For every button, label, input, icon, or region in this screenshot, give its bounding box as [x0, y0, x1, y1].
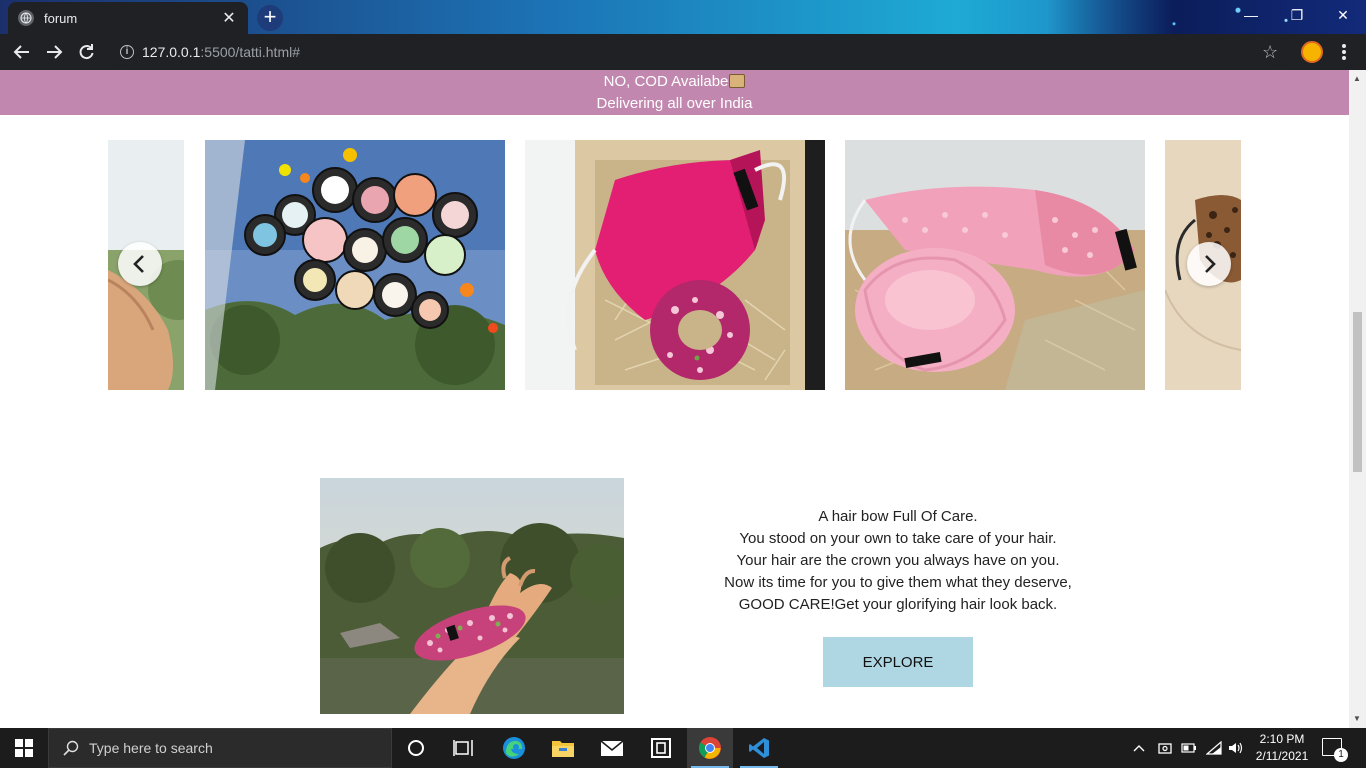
cortana-button[interactable] — [393, 728, 439, 768]
vscode-icon — [749, 738, 769, 758]
feature-line: Now its time for you to give them what t… — [724, 574, 1072, 591]
reload-icon — [79, 44, 94, 60]
feature-line: You stood on your own to take care of yo… — [739, 530, 1057, 547]
address-bar[interactable]: i 127.0.0.1:5500/tatti.html# — [108, 38, 1292, 66]
tab-title: forum — [44, 10, 78, 26]
globe-icon — [18, 10, 34, 26]
show-hidden-icons-button[interactable] — [1133, 728, 1145, 768]
file-explorer-button[interactable] — [540, 728, 586, 768]
search-icon — [63, 740, 79, 756]
page-viewport: NO, COD Availabe Delivering all over Ind… — [0, 70, 1349, 728]
edge-app-button[interactable] — [491, 728, 537, 768]
store-icon — [651, 738, 671, 758]
banner-line-1: NO, COD Availabe — [603, 73, 729, 90]
windows-logo-icon — [15, 739, 33, 757]
clock-date: 2/11/2021 — [1255, 749, 1309, 763]
vscode-app-button[interactable] — [736, 728, 782, 768]
browser-toolbar: i 127.0.0.1:5500/tatti.html# ☆ — [0, 34, 1366, 70]
reload-button[interactable] — [72, 38, 100, 66]
chevron-up-icon — [1133, 745, 1145, 752]
store-app-button[interactable] — [638, 728, 684, 768]
chrome-icon — [699, 737, 721, 759]
carousel-next-button[interactable] — [1187, 242, 1231, 286]
wifi-icon — [1206, 741, 1222, 755]
start-button[interactable] — [0, 728, 48, 768]
url-path: :5500/tatti.html# — [200, 44, 301, 60]
page-scrollbar[interactable]: ▲ ▼ — [1349, 70, 1366, 728]
bookmark-star-icon[interactable]: ☆ — [1262, 42, 1278, 63]
carousel-slide[interactable] — [845, 140, 1145, 390]
carousel-slide[interactable] — [205, 140, 505, 390]
browser-menu-icon[interactable] — [1336, 42, 1352, 62]
folder-icon — [552, 741, 574, 757]
windows-taskbar: Type here to search 2:10 PM 2/11/2021 1 — [0, 728, 1366, 768]
feature-line: GOOD CARE!Get your glorifying hair look … — [738, 596, 1058, 613]
system-clock[interactable]: 2:10 PM 2/11/2021 — [1247, 731, 1317, 765]
battery-icon — [1181, 743, 1196, 753]
cosmetic-jars-photo — [205, 140, 505, 390]
chevron-right-icon — [1205, 255, 1216, 273]
browser-tab-bar: forum ✕ + — ❐ ✕ — [0, 0, 1366, 34]
edge-icon — [503, 737, 525, 759]
pink-mask-scrunchie-photo — [525, 140, 825, 390]
cortana-circle-icon — [408, 740, 424, 756]
chrome-app-button[interactable] — [687, 728, 733, 768]
restore-icon[interactable]: ❐ — [1274, 0, 1320, 30]
notification-center-icon[interactable]: 1 — [1322, 738, 1348, 762]
network-button[interactable] — [1206, 728, 1222, 768]
explore-button[interactable]: EXPLORE — [823, 637, 973, 687]
feature-line: Your hair are the crown you always have … — [736, 552, 1060, 569]
browser-tab[interactable]: forum ✕ — [8, 2, 248, 34]
carousel-prev-button[interactable] — [118, 242, 162, 286]
scrunchie-wrist-photo — [320, 478, 624, 714]
notification-badge: 1 — [1334, 748, 1348, 762]
feature-description: A hair bow Full Of Care. You stood on yo… — [698, 506, 1098, 616]
mail-icon — [600, 740, 624, 756]
search-placeholder: Type here to search — [89, 740, 213, 756]
announcement-banner: NO, COD Availabe Delivering all over Ind… — [0, 70, 1349, 115]
taskbar-search-box[interactable]: Type here to search — [48, 728, 392, 768]
back-button[interactable] — [8, 38, 36, 66]
scroll-up-icon[interactable]: ▲ — [1353, 74, 1361, 83]
volume-button[interactable] — [1228, 728, 1244, 768]
close-tab-icon[interactable]: ✕ — [220, 8, 238, 28]
arrow-left-icon — [13, 45, 29, 59]
carousel-slide[interactable] — [525, 140, 825, 390]
forward-button[interactable] — [40, 38, 68, 66]
task-view-button[interactable] — [440, 728, 486, 768]
meet-now-button[interactable] — [1158, 728, 1172, 768]
profile-avatar[interactable] — [1301, 41, 1323, 63]
feature-line: A hair bow Full Of Care. — [818, 508, 978, 525]
mail-app-button[interactable] — [589, 728, 635, 768]
scroll-down-icon[interactable]: ▼ — [1353, 714, 1361, 723]
arrow-right-icon — [47, 45, 63, 59]
speaker-icon — [1229, 742, 1243, 754]
minimize-icon[interactable]: — — [1228, 0, 1274, 30]
task-view-icon — [453, 740, 473, 756]
new-tab-button[interactable]: + — [257, 5, 283, 31]
camera-icon — [1158, 743, 1172, 754]
url-host: 127.0.0.1 — [142, 44, 201, 60]
clock-time: 2:10 PM — [1259, 732, 1305, 746]
close-window-icon[interactable]: ✕ — [1320, 0, 1366, 30]
chevron-left-icon — [133, 255, 144, 273]
info-icon[interactable]: i — [120, 45, 134, 59]
pink-eyelet-mask-photo — [845, 140, 1145, 390]
product-carousel — [108, 140, 1241, 390]
battery-button[interactable] — [1181, 728, 1197, 768]
banner-line-2: Delivering all over India — [596, 95, 753, 112]
package-icon — [729, 74, 746, 88]
scrollbar-thumb[interactable] — [1353, 312, 1362, 472]
